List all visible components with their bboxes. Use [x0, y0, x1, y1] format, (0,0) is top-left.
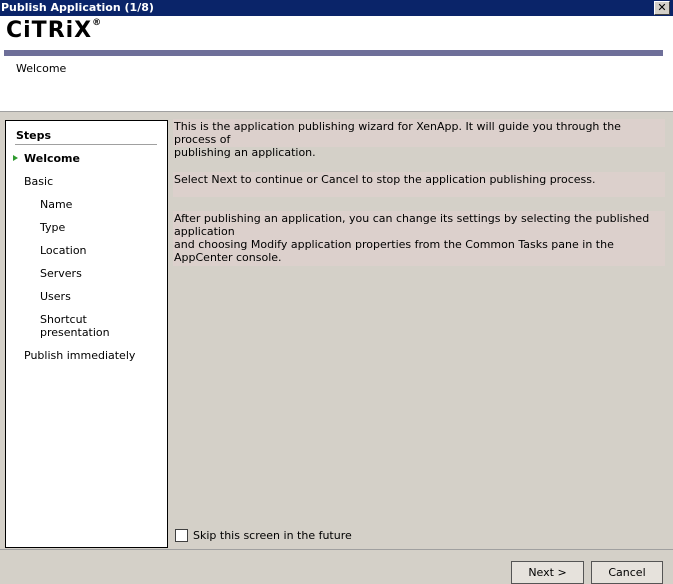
step-name: Name	[40, 198, 73, 211]
step-servers: Servers	[40, 267, 82, 280]
step-publish-immediately: Publish immediately	[24, 349, 136, 362]
step-users: Users	[40, 290, 71, 303]
after-publishing-paragraph: After publishing an application, you can…	[173, 211, 665, 266]
footer-divider	[0, 549, 673, 550]
step-welcome: Welcome	[24, 152, 80, 165]
steps-divider	[15, 144, 157, 145]
page-title: Welcome	[16, 62, 67, 75]
close-icon: ✕	[657, 1, 667, 14]
intro-paragraph: This is the application publishing wizar…	[173, 119, 665, 159]
instruction-paragraph: Select Next to continue or Cancel to sto…	[173, 172, 665, 197]
next-button[interactable]: Next >	[511, 561, 584, 584]
header-divider	[0, 111, 673, 112]
step-basic: Basic	[24, 175, 54, 188]
header-banner	[4, 50, 663, 56]
cancel-button[interactable]: Cancel	[591, 561, 663, 584]
current-step-arrow-icon	[13, 155, 18, 161]
step-type: Type	[40, 221, 66, 234]
wizard-header: CiTRiX® Welcome	[0, 16, 673, 112]
skip-screen-checkbox[interactable]	[175, 529, 188, 542]
step-shortcut: Shortcut	[40, 313, 87, 326]
step-location: Location	[40, 244, 87, 257]
skip-screen-label[interactable]: Skip this screen in the future	[193, 529, 352, 542]
step-shortcut-presentation: presentation	[40, 326, 110, 339]
publish-application-window: Publish Application (1/8) ✕ CiTRiX® Welc…	[0, 0, 673, 584]
citrix-logo: CiTRiX®	[6, 18, 103, 43]
window-title: Publish Application (1/8)	[1, 1, 154, 14]
close-button[interactable]: ✕	[654, 1, 670, 15]
steps-panel: Steps Welcome Basic Name Type Location S…	[5, 120, 168, 548]
steps-title: Steps	[16, 129, 52, 142]
title-bar: Publish Application (1/8) ✕	[0, 0, 673, 16]
